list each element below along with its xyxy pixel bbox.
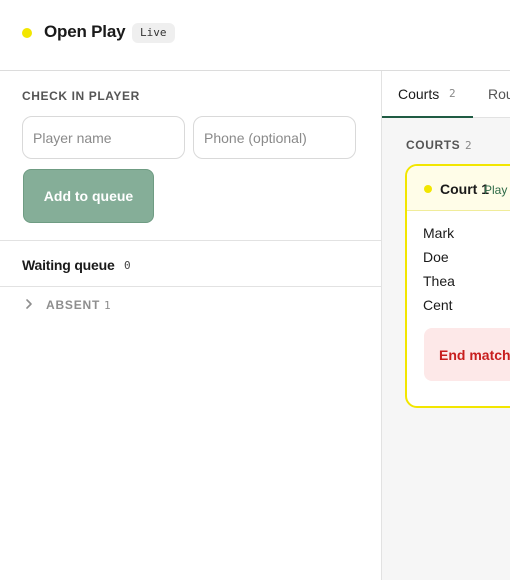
player-name-input[interactable]	[22, 116, 185, 159]
divider	[0, 240, 381, 241]
player-name: Doe	[423, 249, 449, 265]
chevron-right-icon	[26, 299, 32, 309]
checkin-section-label: CHECK IN PLAYER	[22, 89, 140, 103]
court-status-dot	[424, 185, 432, 193]
tab-courts-count: 2	[449, 87, 456, 100]
courts-section-label: COURTS	[406, 138, 461, 152]
player-name: Cent	[423, 297, 453, 313]
page-title: Open Play	[44, 22, 126, 41]
active-tab-indicator	[382, 116, 473, 118]
courts-panel: Courts 2 Rou COURTS 2 Court 1 Play Mark …	[382, 71, 510, 580]
waiting-queue-count: 0	[124, 259, 131, 272]
tab-courts[interactable]: Courts 2	[382, 71, 473, 118]
add-to-queue-button[interactable]: Add to queue	[23, 169, 154, 223]
absent-label: ABSENT	[46, 298, 101, 312]
courts-section-count: 2	[465, 139, 472, 152]
court-name: Court 1	[440, 181, 489, 197]
checkin-panel: CHECK IN PLAYER Add to queue Waiting que…	[0, 71, 381, 580]
divider	[0, 286, 381, 287]
tab-courts-label: Courts	[398, 86, 440, 102]
end-match-button[interactable]: End match	[424, 328, 510, 381]
player-name: Thea	[423, 273, 455, 289]
court-header: Court 1 Play	[407, 166, 510, 211]
tab-bar: Courts 2 Rou	[382, 71, 510, 118]
player-name: Mark	[423, 225, 455, 241]
tab-rounds[interactable]: Rou	[488, 86, 510, 102]
live-badge: Live	[132, 23, 175, 43]
live-status-dot	[22, 28, 32, 38]
app-header: Open Play Live	[0, 0, 510, 71]
waiting-queue-title: Waiting queue	[22, 257, 115, 273]
absent-count: 1	[104, 299, 111, 312]
court-status: Play	[484, 183, 508, 197]
phone-input[interactable]	[193, 116, 356, 159]
court-card: Court 1 Play Mark Doe Thea Cent End matc…	[405, 164, 510, 408]
absent-toggle[interactable]: ABSENT 1	[22, 296, 172, 314]
